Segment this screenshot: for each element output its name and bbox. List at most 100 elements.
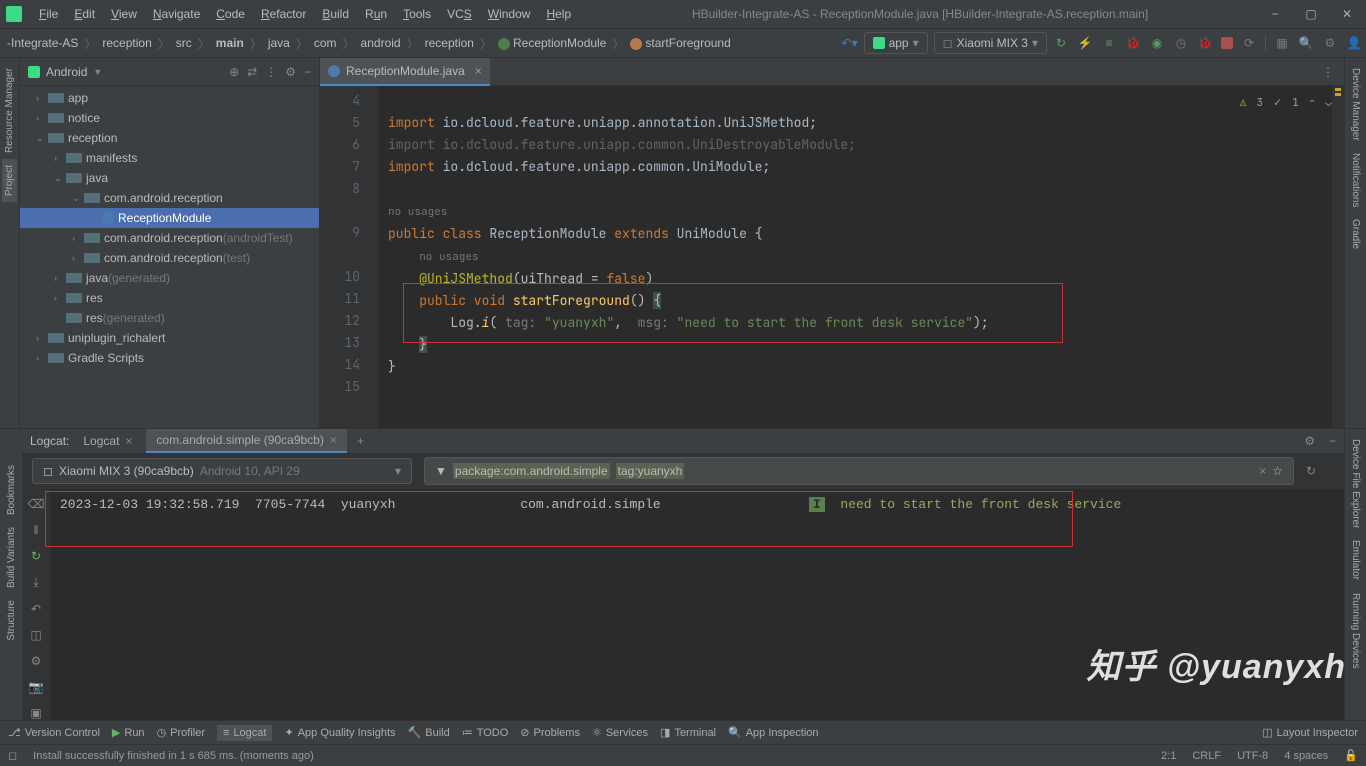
status-enc[interactable]: UTF-8 [1237,750,1268,762]
tab-build-variants[interactable]: Build Variants [4,521,19,594]
close-icon[interactable]: × [330,433,337,447]
sync-icon[interactable]: ⟳ [1241,35,1257,51]
tree-item[interactable]: res (generated) [20,308,319,328]
debug-icon[interactable]: 🐞 [1125,35,1141,51]
tab-resource-manager[interactable]: Resource Manager [2,62,17,159]
panel-title[interactable]: Android [46,65,87,79]
menu-code[interactable]: Code [209,5,252,23]
tree-item[interactable]: ›res [20,288,319,308]
tree-item[interactable]: ›com.android.reception (androidTest) [20,228,319,248]
inspection-widget[interactable]: ⚠3 ✓1 ⌃ ⌄ [1240,92,1332,114]
minimize-button[interactable]: − [1262,7,1288,21]
tree-item[interactable]: ›app [20,88,319,108]
screenshot-icon[interactable]: 📷 [29,680,44,694]
logcat-tool[interactable]: ≡ Logcat [217,725,272,741]
menu-window[interactable]: Window [481,5,538,23]
bc-item[interactable]: ReceptionModule [495,34,609,52]
scroll-icon[interactable]: ⤓ [33,575,38,590]
tree-item[interactable]: ⌄java [20,168,319,188]
tab-bookmarks[interactable]: Bookmarks [4,459,19,521]
bc-item[interactable]: com [311,34,340,52]
tree-item[interactable]: ReceptionModule [20,208,319,228]
bc-item[interactable]: src [173,34,195,52]
restart-icon[interactable]: ↻ [31,549,41,563]
code-content[interactable]: import io.dcloud.feature.uniapp.annotati… [378,86,1344,428]
tab-structure[interactable]: Structure [4,594,19,647]
logcat-tab[interactable]: Logcat× [73,430,142,452]
bc-item[interactable]: main [213,34,247,52]
bc-item[interactable]: startForeground [627,34,733,52]
menu-refactor[interactable]: Refactor [254,5,313,23]
bc-item[interactable]: reception [99,34,154,52]
menu-edit[interactable]: Edit [67,5,102,23]
gear-icon[interactable]: ⚙ [285,65,296,79]
menu-help[interactable]: Help [539,5,578,23]
tree-item[interactable]: ›notice [20,108,319,128]
bc-item[interactable]: java [265,34,293,52]
close-tab-icon[interactable]: × [475,64,482,78]
settings-icon[interactable]: ⚙ [1322,35,1338,51]
apply-code-icon[interactable]: ≡ [1101,35,1117,51]
apply-icon[interactable]: ⚡ [1077,35,1093,51]
settings-icon[interactable]: ⚙ [31,654,42,668]
back-icon[interactable]: ↶▾ [842,35,858,51]
options-icon[interactable]: ⇄ [247,65,257,79]
menu-view[interactable]: View [104,5,144,23]
down-icon[interactable]: ⌄ [1325,92,1332,114]
hide-icon[interactable]: − [304,65,311,79]
tab-notifications[interactable]: Notifications [1348,147,1363,213]
run-config-selector[interactable]: app ▾ [864,32,928,54]
menu-navigate[interactable]: Navigate [146,5,207,23]
tree-item[interactable]: ›uniplugin_richalert [20,328,319,348]
coverage-icon[interactable]: ◉ [1149,35,1165,51]
clear-filter-icon[interactable]: × [1259,464,1266,478]
tab-project[interactable]: Project [2,159,17,202]
user-icon[interactable]: 👤 [1346,35,1362,51]
search-icon[interactable]: 🔍 [1298,35,1314,51]
add-tab-icon[interactable]: + [351,434,370,448]
up-icon[interactable]: ⌃ [1309,92,1316,114]
menu-vcs[interactable]: VCS [440,5,479,23]
log-output[interactable]: 2023-12-03 19:32:58.719 7705-7744 yuanyx… [50,489,1344,720]
menu-build[interactable]: Build [315,5,356,23]
close-button[interactable]: ✕ [1334,7,1360,21]
status-pos[interactable]: 2:1 [1161,750,1176,762]
bc-item[interactable]: android [358,34,404,52]
history-icon[interactable]: ↻ [1306,464,1316,478]
status-indent[interactable]: 4 spaces [1284,750,1328,762]
gear-icon[interactable]: ⚙ [1304,434,1315,448]
bc-item[interactable]: -Integrate-AS [4,34,81,52]
tabs-more-icon[interactable]: ⋮ [1312,65,1344,79]
menu-run[interactable]: Run [358,5,394,23]
menu-tools[interactable]: Tools [396,5,438,23]
filter-input[interactable]: ▼ package:com.android.simple tag:yuanyxh… [424,457,1294,485]
prev-icon[interactable]: ↶ [31,602,41,616]
editor-tab[interactable]: ReceptionModule.java × [320,58,490,86]
more-icon[interactable]: ⋮ [265,65,277,79]
target-icon[interactable]: ⊕ [229,65,239,79]
tab-emulator[interactable]: Emulator [1348,534,1363,586]
tree-item[interactable]: ›java (generated) [20,268,319,288]
profiler-icon[interactable]: ◷ [1173,35,1189,51]
attach-icon[interactable]: 🐞 [1197,35,1213,51]
tree-item[interactable]: ⌄com.android.reception [20,188,319,208]
stop-icon[interactable] [1221,37,1233,49]
tree-item[interactable]: ›com.android.reception (test) [20,248,319,268]
status-icon[interactable]: ◻ [8,749,17,762]
readonly-icon[interactable]: 🔓 [1344,749,1358,762]
status-lf[interactable]: CRLF [1192,750,1221,762]
tree-item[interactable]: ⌄reception [20,128,319,148]
device-selector[interactable]: ◻ Xiaomi MIX 3 ▾ [934,32,1047,54]
record-icon[interactable]: ▣ [30,706,41,720]
tab-device-explorer[interactable]: Device File Explorer [1348,433,1363,534]
clear-icon[interactable]: ⌫ [28,497,45,511]
tab-running-devices[interactable]: Running Devices [1348,587,1363,675]
bc-item[interactable]: reception [422,34,477,52]
avd-icon[interactable]: ▦ [1274,35,1290,51]
device-dropdown[interactable]: ◻ Xiaomi MIX 3 (90ca9bcb) Android 10, AP… [32,458,412,484]
close-icon[interactable]: × [125,434,132,448]
logcat-tab-active[interactable]: com.android.simple (90ca9bcb)× [146,429,346,453]
star-icon[interactable]: ☆ [1272,464,1283,478]
tab-device-manager[interactable]: Device Manager [1348,62,1363,147]
maximize-button[interactable]: ▢ [1298,7,1324,21]
